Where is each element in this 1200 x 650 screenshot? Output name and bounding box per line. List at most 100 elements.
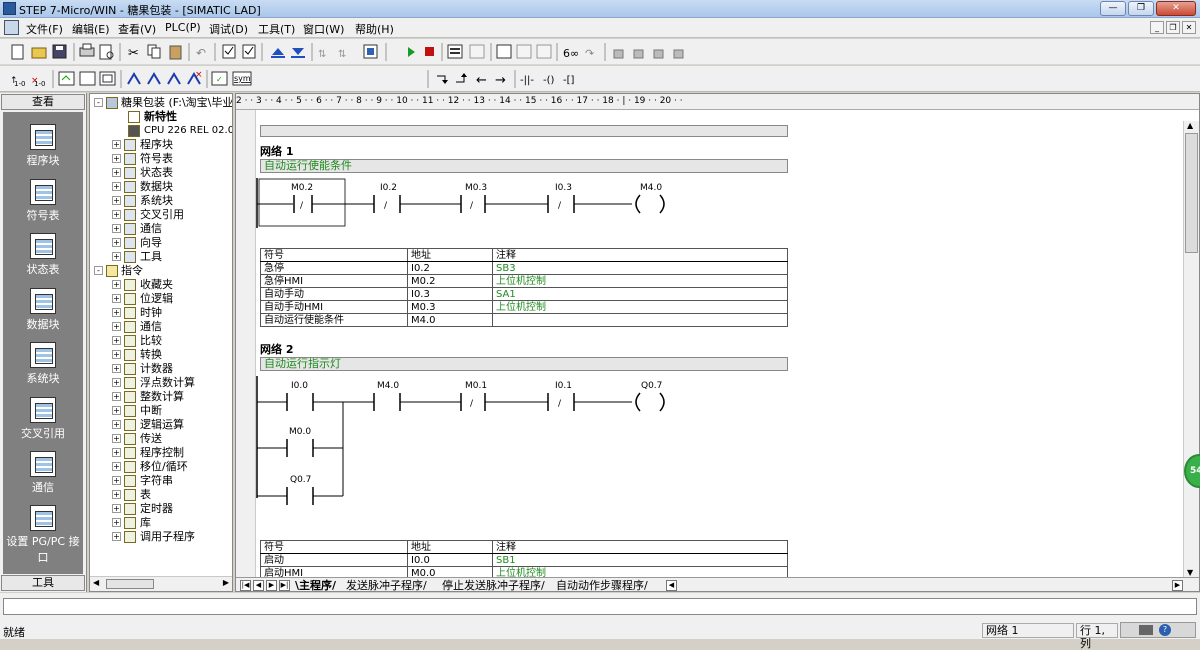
menu-tools[interactable]: 工具(T): [258, 21, 295, 37]
toggle-poe-icon[interactable]: [58, 71, 75, 86]
minimize-button[interactable]: —: [1100, 1, 1126, 16]
nav-symbol-table[interactable]: 符号表: [3, 179, 83, 223]
table-cell[interactable]: M0.3: [407, 300, 493, 314]
nav-header-view[interactable]: 查看: [1, 94, 85, 110]
scroll-right-icon[interactable]: ▶: [223, 578, 229, 587]
expand-icon[interactable]: +: [112, 364, 121, 373]
symbol-table-apply-icon[interactable]: ✓: [211, 71, 228, 86]
expand-icon[interactable]: +: [112, 224, 121, 233]
scroll-left-icon[interactable]: ◀: [93, 578, 99, 587]
document-icon[interactable]: [4, 20, 19, 35]
menu-debug[interactable]: 调试(D): [209, 21, 248, 37]
table-cell[interactable]: I0.3: [407, 287, 493, 301]
table-cell[interactable]: 自动手动: [260, 287, 408, 301]
stop-icon[interactable]: [425, 47, 434, 56]
expand-icon[interactable]: +: [112, 322, 121, 331]
menu-edit[interactable]: 编辑(E): [72, 21, 110, 37]
table-cell[interactable]: [492, 313, 788, 327]
menu-window[interactable]: 窗口(W): [303, 21, 344, 37]
table-row[interactable]: 急停HMI M0.2 上位机控制: [260, 274, 788, 288]
menu-plc[interactable]: PLC(P): [165, 21, 201, 34]
network-1-comment[interactable]: 自动运行使能条件: [260, 159, 788, 173]
expand-icon[interactable]: +: [112, 140, 121, 149]
expand-icon[interactable]: +: [112, 504, 121, 513]
table-cell[interactable]: SB1: [492, 553, 788, 567]
editor-vertical-scrollbar[interactable]: ▲ ▼: [1183, 121, 1199, 577]
expand-icon[interactable]: +: [112, 476, 121, 485]
scroll-thumb[interactable]: [106, 579, 154, 589]
expand-icon[interactable]: +: [112, 518, 121, 527]
program-status-icon[interactable]: [447, 44, 463, 59]
contact-icon[interactable]: -||-: [520, 75, 534, 86]
expand-icon[interactable]: +: [112, 210, 121, 219]
menu-file[interactable]: 文件(F): [26, 21, 63, 37]
output-window[interactable]: [3, 598, 1197, 615]
write-all-icon[interactable]: [536, 44, 552, 59]
expand-icon[interactable]: +: [112, 252, 121, 261]
expand-icon[interactable]: +: [112, 350, 121, 359]
expand-icon[interactable]: +: [112, 154, 121, 163]
unlock-icon[interactable]: [633, 49, 644, 59]
contact-m0-0[interactable]: M0.0: [257, 427, 343, 457]
tree-horizontal-scrollbar[interactable]: ◀ ▶: [90, 576, 232, 591]
read-all-forced-icon[interactable]: [653, 49, 664, 59]
delete-network-icon[interactable]: ×1-0: [31, 76, 45, 88]
tab-send-pulse[interactable]: 发送脉冲子程序/: [346, 579, 427, 591]
table-cell[interactable]: SB3: [492, 261, 788, 275]
close-button[interactable]: ✕: [1156, 1, 1196, 16]
table-cell[interactable]: 上位机控制: [492, 274, 788, 288]
nav-system-block[interactable]: 系统块: [3, 342, 83, 386]
mdi-close-button[interactable]: ✕: [1182, 21, 1196, 34]
bookmark-toggle-icon[interactable]: [127, 72, 141, 85]
contact-m0-2[interactable]: / M0.2: [257, 183, 313, 213]
symbol-addressing-icon[interactable]: sym: [232, 71, 252, 86]
collapse-icon[interactable]: -: [94, 266, 103, 275]
expand-icon[interactable]: +: [112, 336, 121, 345]
print-preview-icon[interactable]: [99, 44, 114, 60]
expand-icon[interactable]: +: [112, 406, 121, 415]
contact-i0-0[interactable]: I0.0: [257, 381, 314, 411]
previous-bookmark-icon[interactable]: [167, 72, 181, 85]
contact-q0-7[interactable]: Q0.7: [257, 475, 343, 505]
line-right-icon[interactable]: →: [495, 73, 506, 88]
expand-icon[interactable]: +: [112, 294, 121, 303]
expand-icon[interactable]: +: [112, 448, 121, 457]
expand-icon[interactable]: +: [112, 490, 121, 499]
compile-all-icon[interactable]: [242, 44, 256, 59]
tab-scroll-right-icon[interactable]: ▶: [1172, 580, 1183, 591]
toggle-symbol-info-icon[interactable]: [99, 71, 116, 86]
contact-m4-0[interactable]: M4.0: [373, 381, 401, 411]
expand-icon[interactable]: +: [112, 182, 121, 191]
undo-icon[interactable]: ↶: [196, 46, 206, 60]
expand-icon[interactable]: +: [112, 168, 121, 177]
remove-bookmarks-icon[interactable]: ×: [187, 70, 203, 85]
table-row[interactable]: 自动手动HMI M0.3 上位机控制: [260, 300, 788, 314]
table-cell[interactable]: I0.0: [407, 553, 493, 567]
unforce-all-icon[interactable]: [673, 49, 684, 59]
last-tab-icon[interactable]: ▶|: [279, 580, 290, 591]
pause-status-icon[interactable]: [469, 44, 485, 59]
sort-ascending-icon[interactable]: ⇅: [318, 49, 326, 60]
program-comment-bar[interactable]: [260, 125, 788, 137]
options-icon[interactable]: [363, 44, 378, 59]
line-up-icon[interactable]: [456, 73, 467, 83]
nav-data-block[interactable]: 数据块: [3, 288, 83, 332]
paste-icon[interactable]: [169, 45, 182, 60]
coil-m4-0[interactable]: M4.0: [574, 183, 665, 214]
restore-button[interactable]: ❐: [1128, 1, 1154, 16]
expand-icon[interactable]: +: [112, 308, 121, 317]
table-cell[interactable]: I0.2: [407, 261, 493, 275]
network-2-comment[interactable]: 自动运行指示灯: [260, 357, 788, 371]
menu-view[interactable]: 查看(V): [118, 21, 156, 37]
expand-icon[interactable]: +: [112, 420, 121, 429]
new-icon[interactable]: [11, 44, 24, 60]
expand-icon[interactable]: +: [112, 392, 121, 401]
scroll-down-icon[interactable]: ▼: [1187, 568, 1193, 577]
single-read-icon[interactable]: [516, 44, 532, 59]
table-cell[interactable]: M0.2: [407, 274, 493, 288]
open-icon[interactable]: [31, 47, 47, 59]
tab-main-program[interactable]: \主程序/: [295, 579, 336, 591]
help-icon[interactable]: ?: [1159, 624, 1171, 636]
sort-descending-icon[interactable]: ⇅: [338, 49, 346, 60]
insert-network-icon[interactable]: ↑1-0: [10, 76, 25, 88]
